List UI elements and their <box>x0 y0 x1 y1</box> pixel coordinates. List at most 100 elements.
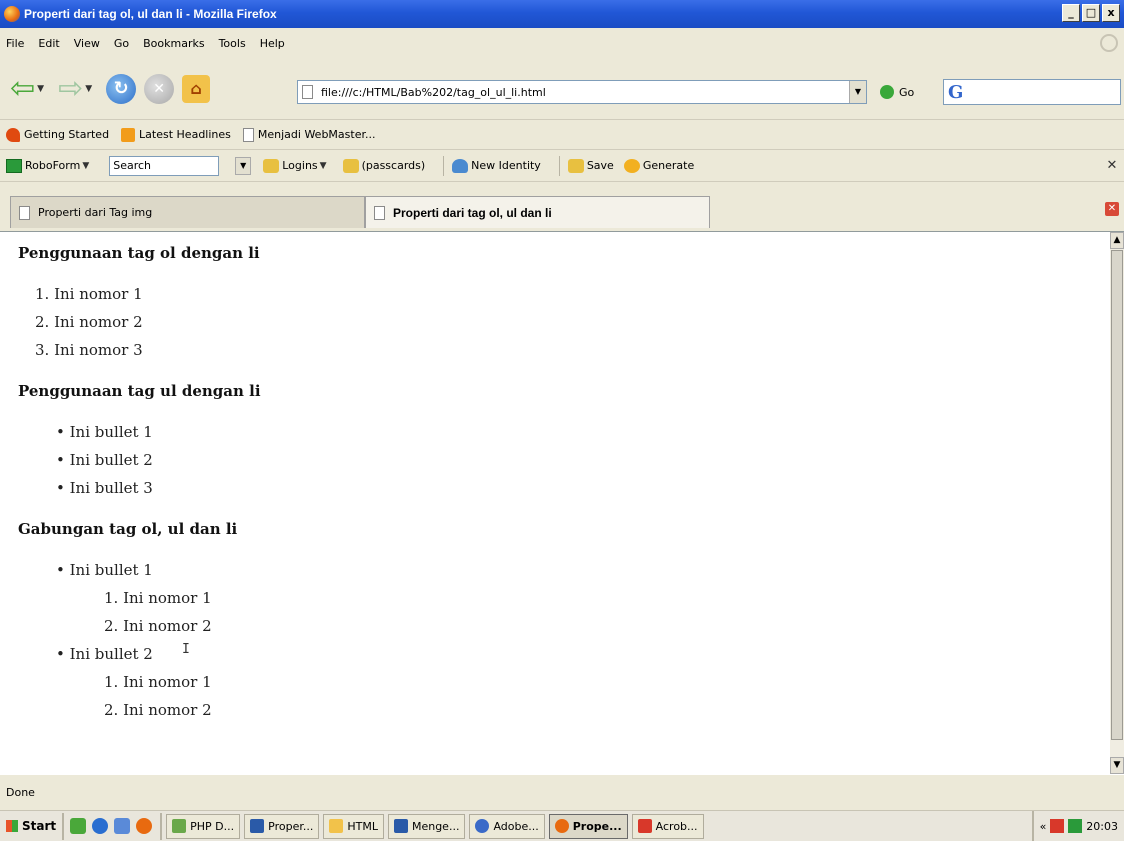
logins-dropdown-icon: ▼ <box>319 160 327 171</box>
tray-expand-button[interactable]: « <box>1040 820 1047 833</box>
task-label: HTML <box>347 819 378 833</box>
search-box[interactable]: G <box>943 79 1121 105</box>
go-button[interactable]: Go <box>880 85 914 99</box>
menu-bookmarks[interactable]: Bookmarks <box>143 37 204 50</box>
close-toolbar-icon[interactable]: ✕ <box>1104 158 1120 174</box>
quicklaunch-firefox-icon[interactable] <box>136 818 153 834</box>
start-button[interactable]: Start <box>0 812 65 840</box>
menu-file[interactable]: File <box>6 37 24 50</box>
minimize-button[interactable]: _ <box>1062 4 1080 22</box>
toolbar-separator <box>558 155 560 176</box>
text-cursor-icon: I <box>182 642 190 657</box>
quicklaunch-explorer-icon[interactable] <box>114 818 131 834</box>
key-icon <box>342 158 359 173</box>
roboform-search-dropdown[interactable]: ▼ <box>235 156 252 175</box>
quicklaunch-app-icon[interactable] <box>70 818 87 834</box>
page-icon <box>302 85 313 99</box>
person-icon <box>452 158 469 173</box>
word-icon <box>393 819 408 833</box>
task-label: PHP D... <box>190 819 235 833</box>
combined-list: • Ini bullet 1 1. Ini nomor 1 2. Ini nom… <box>18 556 1110 724</box>
toolbar-separator <box>443 155 445 176</box>
google-search-icon: G <box>948 81 964 103</box>
page-icon <box>242 127 254 142</box>
generate-button[interactable]: Generate <box>623 158 694 173</box>
ordered-list: 1. Ini nomor 1 2. Ini nomor 2 3. Ini nom… <box>18 280 1110 364</box>
bookmarks-toolbar: Getting Started Latest Headlines Menjadi… <box>0 120 1124 150</box>
firefox-logo-icon <box>4 6 20 22</box>
logins-button[interactable]: Logins ▼ <box>263 158 332 173</box>
vertical-scrollbar[interactable]: ▲ ▼ <box>1110 232 1124 774</box>
roboform-toolbar: RoboForm ▼ Search ▼ Logins ▼ (passcards)… <box>0 150 1124 182</box>
stop-button[interactable]: ✕ <box>144 73 175 104</box>
go-icon <box>880 85 894 99</box>
forward-button[interactable]: ⇨ ▼ <box>58 70 98 106</box>
status-text: Done <box>6 786 35 799</box>
list-item: 3. Ini nomor 3 <box>35 341 143 359</box>
clock[interactable]: 20:03 <box>1086 820 1118 833</box>
menu-go[interactable]: Go <box>114 37 129 50</box>
tray-security-icon[interactable] <box>1050 819 1065 833</box>
roboform-menu-button[interactable]: RoboForm ▼ <box>6 158 95 173</box>
back-button[interactable]: ⇦ ▼ <box>10 73 50 104</box>
scroll-thumb[interactable] <box>1111 250 1123 740</box>
close-button[interactable]: x <box>1102 4 1120 22</box>
adobe-icon <box>475 819 490 833</box>
roboform-icon <box>6 158 22 173</box>
navigation-toolbar: ⇦ ▼ ⇨ ▼ ↻ ✕ ⌂ file:///c:/HTML/Bab%202/ta… <box>0 58 1124 120</box>
tab-properti-ol-ul-li[interactable]: Properti dari tag ol, ul dan li <box>365 196 710 228</box>
list-item: • Ini bullet 1 <box>56 423 153 441</box>
page-icon <box>19 205 30 220</box>
forward-dropdown-icon[interactable]: ▼ <box>85 84 92 94</box>
taskbar-item-php[interactable]: PHP D... <box>166 813 241 839</box>
scroll-down-button[interactable]: ▼ <box>1110 757 1124 774</box>
reload-button[interactable]: ↻ <box>106 73 137 104</box>
app-icon <box>172 819 187 833</box>
taskbar-item-adobe[interactable]: Adobe... <box>469 813 545 839</box>
bookmark-getting-started[interactable]: Getting Started <box>6 127 109 142</box>
bookmark-latest-headlines[interactable]: Latest Headlines <box>121 127 231 142</box>
task-label: Acrob... <box>655 819 698 833</box>
roboform-label: RoboForm <box>25 159 81 172</box>
title-bar: Properti dari tag ol, ul dan li - Mozill… <box>0 0 1124 28</box>
address-dropdown-button[interactable]: ▼ <box>849 81 866 103</box>
scroll-up-button[interactable]: ▲ <box>1110 232 1124 249</box>
address-input[interactable]: file:///c:/HTML/Bab%202/tag_ol_ul_li.htm… <box>321 86 546 99</box>
taskbar-item-firefox-properti[interactable]: Prope... <box>548 813 628 839</box>
menu-help[interactable]: Help <box>260 37 285 50</box>
rss-icon <box>121 127 136 142</box>
bookmark-menjadi-webmaster[interactable]: Menjadi WebMaster... <box>242 127 375 142</box>
menu-edit[interactable]: Edit <box>38 37 59 50</box>
list-item: • Ini bullet 1 <box>56 561 153 579</box>
roboform-search-input[interactable]: Search <box>109 155 220 176</box>
passcards-button[interactable]: (passcards) <box>342 158 426 173</box>
menu-tools[interactable]: Tools <box>219 37 246 50</box>
forward-arrow-icon: ⇨ <box>58 70 84 106</box>
tab-label: Properti dari tag ol, ul dan li <box>393 205 552 220</box>
unordered-list: • Ini bullet 1 • Ini bullet 2 • Ini bull… <box>18 418 1110 502</box>
tray-roboform-icon[interactable] <box>1068 819 1083 833</box>
save-button[interactable]: Save <box>567 158 614 173</box>
maximize-button[interactable]: □ <box>1082 4 1100 22</box>
new-identity-button[interactable]: New Identity <box>452 158 541 173</box>
save-label: Save <box>586 159 614 172</box>
list-item: 2. Ini nomor 2 <box>35 313 143 331</box>
go-label: Go <box>899 85 915 99</box>
back-dropdown-icon[interactable]: ▼ <box>37 84 44 94</box>
taskbar-item-word-properti[interactable]: Proper... <box>244 813 320 839</box>
acrobat-icon <box>637 819 652 833</box>
passcards-label: (passcards) <box>361 159 426 172</box>
status-bar: Done <box>0 774 1124 810</box>
tab-properti-tag-img[interactable]: Properti dari Tag img <box>10 196 365 228</box>
tab-bar: Properti dari Tag img Properti dari tag … <box>0 182 1124 232</box>
home-button[interactable]: ⌂ <box>182 74 211 103</box>
taskbar-item-word-menge[interactable]: Menge... <box>387 813 466 839</box>
task-label: Proper... <box>268 819 314 833</box>
taskbar-item-acrobat[interactable]: Acrob... <box>631 813 704 839</box>
menu-view[interactable]: View <box>74 37 100 50</box>
roboform-search-value: Search <box>113 159 152 172</box>
taskbar-item-html-folder[interactable]: HTML <box>323 813 384 839</box>
close-tab-icon[interactable]: ✕ <box>1105 202 1119 216</box>
quicklaunch-browser-icon[interactable] <box>92 818 109 834</box>
address-bar[interactable]: file:///c:/HTML/Bab%202/tag_ol_ul_li.htm… <box>297 80 867 104</box>
